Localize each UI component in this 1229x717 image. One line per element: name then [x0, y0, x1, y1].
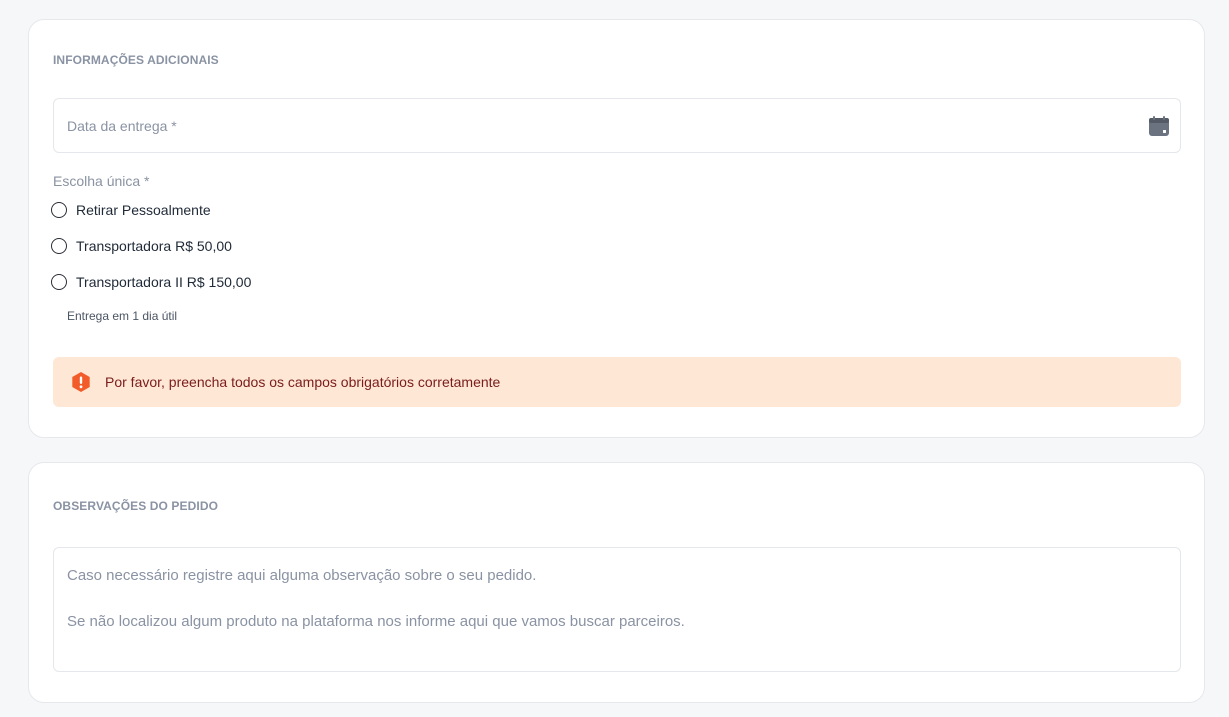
radio-button[interactable] [51, 238, 67, 254]
calendar-icon[interactable] [1149, 116, 1169, 136]
exclamation-shield-icon [71, 372, 91, 392]
radio-option-label: Transportadora II R$ 150,00 [76, 274, 252, 290]
section-title-additional-info: INFORMAÇÕES ADICIONAIS [53, 53, 219, 67]
delivery-date-label: Data da entrega * [67, 118, 177, 134]
delivery-helper-text: Entrega em 1 dia útil [67, 309, 178, 323]
placeholder-line: Se não localizou algum produto na plataf… [67, 613, 685, 630]
delivery-date-field[interactable]: Data da entrega * [53, 98, 1181, 153]
radio-option-transportadora-ii[interactable]: Transportadora II R$ 150,00 [51, 272, 251, 292]
radio-option-label: Transportadora R$ 50,00 [76, 238, 232, 254]
section-title-order-notes: OBSERVAÇÕES DO PEDIDO [53, 499, 219, 513]
order-notes-textarea[interactable]: Caso necessário registre aqui alguma obs… [53, 547, 1181, 672]
additional-info-card: INFORMAÇÕES ADICIONAIS Data da entrega *… [28, 19, 1205, 438]
radio-option-retirar[interactable]: Retirar Pessoalmente [51, 200, 211, 220]
single-choice-label: Escolha única * [53, 173, 150, 189]
radio-button[interactable] [51, 202, 67, 218]
alert-message: Por favor, preencha todos os campos obri… [105, 374, 501, 390]
placeholder-line: Caso necessário registre aqui alguma obs… [67, 567, 537, 584]
radio-option-label: Retirar Pessoalmente [76, 202, 211, 218]
radio-button[interactable] [51, 274, 67, 290]
validation-alert: Por favor, preencha todos os campos obri… [53, 357, 1181, 407]
radio-option-transportadora[interactable]: Transportadora R$ 50,00 [51, 236, 232, 256]
order-notes-card: OBSERVAÇÕES DO PEDIDO Caso necessário re… [28, 462, 1205, 703]
